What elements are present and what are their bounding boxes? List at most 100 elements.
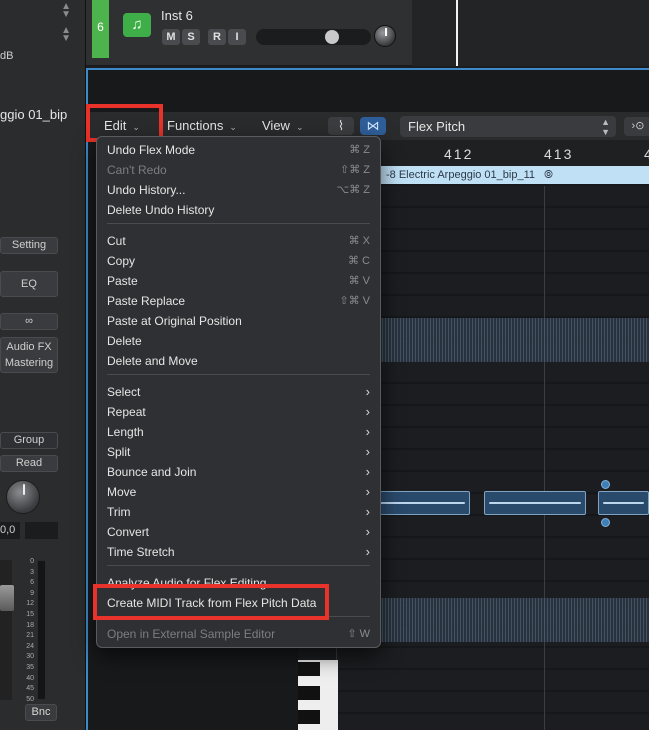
piano-black-key[interactable] xyxy=(298,710,320,724)
menu-item-can-t-redo: Can't Redo ⇧⌘ Z xyxy=(97,160,380,180)
chevron-right-icon: › xyxy=(365,404,370,419)
menu-item-split[interactable]: Split › xyxy=(97,442,380,462)
menu-item-trim[interactable]: Trim › xyxy=(97,502,380,522)
link-button[interactable]: ∞ xyxy=(0,313,58,330)
volume-slider-thumb[interactable] xyxy=(325,30,340,44)
flex-pitch-note[interactable] xyxy=(598,491,649,515)
menu-item-time-stretch[interactable]: Time Stretch › xyxy=(97,542,380,562)
menu-item-delete-undo-history[interactable]: Delete Undo History xyxy=(97,200,380,220)
input-monitor-button[interactable]: I xyxy=(228,29,246,45)
fader-scale-tick: 3 xyxy=(30,568,34,576)
menu-item-bounce-and-join[interactable]: Bounce and Join › xyxy=(97,462,380,482)
chevron-right-icon: › xyxy=(365,524,370,539)
chevron-updown-icon[interactable]: ▲ ▼ xyxy=(61,26,71,44)
solo-button[interactable]: S xyxy=(182,29,200,45)
piano-black-key[interactable] xyxy=(298,662,320,676)
record-enable-button[interactable]: R xyxy=(208,29,226,45)
track-header[interactable]: 6 ♫ Inst 6 M S R I xyxy=(86,0,412,66)
menu-item-shortcut: ⌥⌘ Z xyxy=(336,184,370,196)
playhead[interactable] xyxy=(456,0,458,66)
menu-item-label: Paste Replace xyxy=(107,294,186,308)
catch-icon[interactable]: ›⊙ xyxy=(624,117,649,136)
view-menu-button[interactable]: View ⌄ xyxy=(256,116,318,136)
fader-scale-tick: 45 xyxy=(26,685,34,693)
menu-item-paste-at-original-position[interactable]: Paste at Original Position xyxy=(97,311,380,331)
menu-item-delete-and-move[interactable]: Delete and Move xyxy=(97,351,380,371)
menu-item-label: Open in External Sample Editor xyxy=(107,627,276,641)
menu-item-open-in-external-sample-editor: Open in External Sample Editor ⇧ W xyxy=(97,624,380,644)
piano-black-key[interactable] xyxy=(298,686,320,700)
music-note-icon: ♫ xyxy=(123,13,151,37)
track-volume-slider[interactable] xyxy=(256,29,371,45)
view-menu-label: View xyxy=(262,118,290,133)
menu-item-label: Cut xyxy=(107,234,126,248)
track-pan-knob[interactable] xyxy=(374,25,396,47)
track-name[interactable]: Inst 6 xyxy=(161,8,193,23)
flex-mode-select[interactable]: Flex Pitch ▲ ▼ xyxy=(400,116,616,137)
fader-scale-tick: 15 xyxy=(26,610,34,618)
group-button[interactable]: Group xyxy=(0,432,58,449)
menu-item-shortcut: ⌘ X xyxy=(348,235,370,247)
ruler-bar-412: 412 xyxy=(444,146,474,162)
fader-scale-tick: 9 xyxy=(30,589,34,597)
audio-fx-button[interactable]: Audio FX Mastering xyxy=(0,337,58,373)
menu-item-label: Undo History... xyxy=(107,183,186,197)
menu-item-label: Paste at Original Position xyxy=(107,314,242,328)
setting-button[interactable]: Setting xyxy=(0,237,58,254)
menu-item-select[interactable]: Select › xyxy=(97,382,380,402)
pan-knob[interactable] xyxy=(6,480,40,514)
menu-item-undo-flex-mode[interactable]: Undo Flex Mode ⌘ Z xyxy=(97,140,380,160)
fader-scale-tick: 24 xyxy=(26,642,34,650)
menu-item-label: Split xyxy=(107,445,131,459)
flex-mode-value: Flex Pitch xyxy=(408,119,466,134)
menu-separator xyxy=(107,565,370,566)
menu-item-cut[interactable]: Cut ⌘ X xyxy=(97,231,380,251)
chevron-right-icon: › xyxy=(365,544,370,559)
menu-item-label: Undo Flex Mode xyxy=(107,143,196,157)
piano-keyboard[interactable] xyxy=(298,660,338,730)
menu-item-label: Copy xyxy=(107,254,136,268)
fader-scale-tick: 6 xyxy=(30,579,34,587)
chevron-down-icon: ⌄ xyxy=(295,122,304,132)
volume-fader-handle[interactable] xyxy=(0,585,14,611)
functions-menu-button[interactable]: Functions ⌄ xyxy=(161,116,249,136)
pitch-drift-handle[interactable] xyxy=(601,480,610,489)
menu-item-repeat[interactable]: Repeat › xyxy=(97,402,380,422)
menu-item-undo-history[interactable]: Undo History... ⌥⌘ Z xyxy=(97,180,380,200)
ruler-bar-414: 4 xyxy=(644,146,649,162)
flex-curve-icon[interactable]: ⌇ xyxy=(328,117,354,135)
eq-button[interactable]: EQ xyxy=(0,271,58,297)
chevron-right-icon: › xyxy=(365,384,370,399)
loop-icon: ⦾ xyxy=(544,169,553,181)
chevron-updown-icon[interactable]: ▲ ▼ xyxy=(61,2,71,20)
menu-item-paste-replace[interactable]: Paste Replace ⇧⌘ V xyxy=(97,291,380,311)
fader-scale-tick: 21 xyxy=(26,632,34,640)
flex-mode-icon[interactable]: ⋈ xyxy=(360,117,386,135)
menu-item-label: Repeat xyxy=(107,405,146,419)
automation-read-button[interactable]: Read xyxy=(0,455,58,472)
bounce-button[interactable]: Bnc xyxy=(25,704,57,721)
menu-item-shortcut: ⇧⌘ Z xyxy=(340,164,370,176)
fader-scale: 03691215182124303540455060 xyxy=(22,557,34,716)
menu-item-convert[interactable]: Convert › xyxy=(97,522,380,542)
menu-item-label: Delete Undo History xyxy=(107,203,215,217)
volume-fader-track[interactable] xyxy=(0,560,12,700)
edit-dropdown-menu: Undo Flex Mode ⌘ Z Can't Redo ⇧⌘ Z Undo Hist… xyxy=(96,136,381,648)
flex-pitch-note[interactable] xyxy=(484,491,586,515)
fader-scale-tick: 12 xyxy=(26,600,34,608)
menu-item-shortcut: ⌘ Z xyxy=(349,144,370,156)
pitch-drift-handle[interactable] xyxy=(601,518,610,527)
db-label: dB xyxy=(0,50,14,62)
fader-scale-tick: 30 xyxy=(26,653,34,661)
menu-item-copy[interactable]: Copy ⌘ C xyxy=(97,251,380,271)
mute-button[interactable]: M xyxy=(162,29,180,45)
menu-item-shortcut: ⌘ V xyxy=(348,275,370,287)
menu-item-delete[interactable]: Delete xyxy=(97,331,380,351)
mastering-label: Mastering xyxy=(4,357,54,369)
menu-item-length[interactable]: Length › xyxy=(97,422,380,442)
create-midi-highlight xyxy=(93,584,329,620)
menu-item-shortcut: ⇧⌘ V xyxy=(339,295,370,307)
fader-scale-tick: 18 xyxy=(26,621,34,629)
menu-item-move[interactable]: Move › xyxy=(97,482,380,502)
menu-item-paste[interactable]: Paste ⌘ V xyxy=(97,271,380,291)
